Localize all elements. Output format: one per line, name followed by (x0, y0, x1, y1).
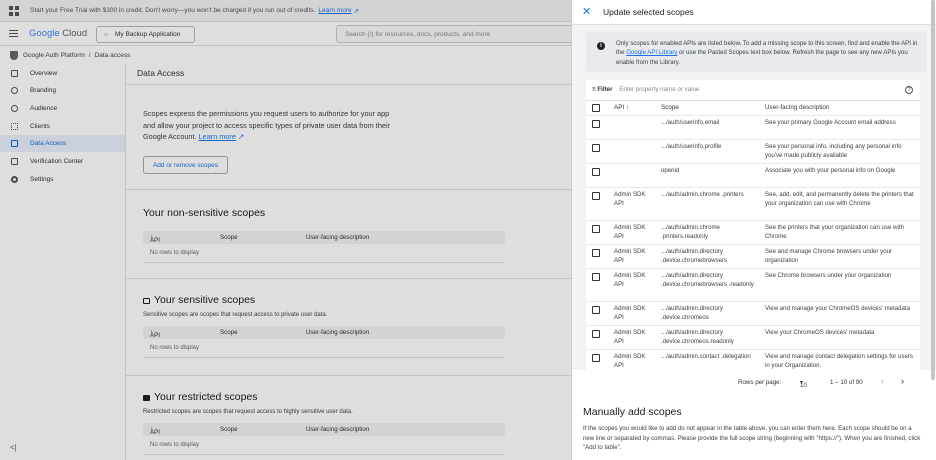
rows-per-page-label: Rows per page: (738, 379, 782, 386)
filter-label: Filter (597, 86, 613, 93)
row-description: See your primary Google Account email ad… (765, 119, 896, 126)
row-api: Admin SDK API (614, 329, 646, 345)
modal-scrim[interactable] (0, 0, 571, 460)
row-description: See Chrome browsers under your organizat… (765, 272, 892, 279)
row-api: Admin SDK API (614, 224, 646, 240)
header-description: User-facing description (765, 104, 830, 111)
row-description: View your ChromeOS devices' metadata (765, 329, 875, 336)
table-row: Admin SDK API .../auth/admin.directory .… (586, 244, 920, 268)
row-checkbox[interactable] (592, 144, 600, 152)
row-scope: .../auth/admin.directory .device.chromeo… (661, 305, 723, 321)
info-text: Only scopes for enabled APIs are listed … (616, 40, 918, 66)
row-scope: .../auth/admin.directory .device.chromeb… (661, 272, 754, 288)
filter-input[interactable]: Enter property name or value (619, 86, 699, 93)
row-api: Admin SDK API (614, 248, 646, 264)
row-description: View and manage your ChromeOS devices' m… (765, 305, 911, 312)
header-api[interactable]: API ↑ (614, 104, 629, 111)
row-scope: .../auth/admin.directory .device.chromeb… (661, 248, 728, 264)
row-api: Admin SDK API (614, 191, 646, 207)
row-checkbox[interactable] (592, 354, 600, 362)
row-description: View and manage contact delegation setti… (765, 353, 913, 369)
rows-per-page-select[interactable]: 10 ▾ (800, 379, 807, 389)
table-row: Admin SDK API .../auth/admin.contact .de… (586, 349, 920, 374)
row-api: Admin SDK API (614, 305, 646, 321)
row-description: See the printers that your organization … (765, 224, 904, 240)
row-scope: openid (661, 167, 680, 174)
row-description: Associate you with your personal info on… (765, 167, 896, 174)
row-checkbox[interactable] (592, 330, 600, 338)
table-row: .../auth/userinfo.profile See your perso… (586, 139, 920, 163)
table-row: openid Associate you with your personal … (586, 163, 920, 187)
row-checkbox[interactable] (592, 249, 600, 257)
page-range: 1 – 10 of 90 (830, 379, 863, 386)
panel-title: Update selected scopes (603, 7, 694, 17)
row-scope: .../auth/admin.directory .device.chromeo… (661, 329, 734, 345)
header-scope: Scope (661, 104, 679, 111)
pagination: Rows per page: 10 ▾ 1 – 10 of 90 ‹ › (586, 376, 920, 390)
row-checkbox[interactable] (592, 273, 600, 281)
row-scope: .../auth/userinfo.email (661, 119, 720, 126)
row-scope: .../auth/admin.chrome .printers (661, 191, 744, 198)
scopes-table-card: ≡ Filter Enter property name or value ? … (586, 80, 920, 400)
row-checkbox[interactable] (592, 306, 600, 314)
update-scopes-panel: ✕ Update selected scopes i Only scopes f… (571, 0, 936, 460)
row-scope: .../auth/admin.contact .delegation (661, 353, 751, 360)
table-row: .../auth/userinfo.email See your primary… (586, 115, 920, 139)
filter-bar[interactable]: ≡ Filter Enter property name or value ? (592, 86, 916, 98)
close-icon[interactable]: ✕ (582, 5, 591, 18)
row-api: Admin SDK API (614, 272, 646, 288)
info-icon: i (597, 42, 605, 50)
row-checkbox[interactable] (592, 120, 600, 128)
row-description: See your personal info, including any pe… (765, 143, 902, 159)
google-api-library-link[interactable]: Google API Library (626, 49, 677, 56)
manual-scopes-title: Manually add scopes (583, 406, 682, 418)
table-row: Admin SDK API .../auth/admin.directory .… (586, 268, 920, 301)
prev-page-icon[interactable]: ‹ (881, 376, 884, 386)
panel-scrollbar[interactable] (931, 0, 935, 380)
filter-icon: ≡ (592, 86, 596, 93)
table-row: Admin SDK API .../auth/admin.chrome .pri… (586, 220, 920, 244)
filter-divider (586, 100, 920, 101)
table-row: Admin SDK API .../auth/admin.directory .… (586, 301, 920, 325)
row-description: See, add, edit, and permanently delete t… (765, 191, 914, 207)
info-notice: i Only scopes for enabled APIs are liste… (586, 32, 927, 72)
row-api: Admin SDK API (614, 353, 646, 369)
table-row: Admin SDK API .../auth/admin.chrome .pri… (586, 187, 920, 220)
help-icon[interactable]: ? (905, 86, 913, 94)
select-all-checkbox[interactable] (592, 104, 600, 112)
manual-scopes-text: If the scopes you would like to add do n… (583, 425, 921, 451)
row-scope: .../auth/userinfo.profile (661, 143, 722, 150)
row-checkbox[interactable] (592, 225, 600, 233)
row-checkbox[interactable] (592, 192, 600, 200)
row-scope: .../auth/admin.chrome .printers.readonly (661, 224, 720, 240)
next-page-icon[interactable]: › (901, 376, 904, 386)
row-description: See and manage Chrome browsers under you… (765, 248, 893, 264)
row-checkbox[interactable] (592, 168, 600, 176)
table-row: Admin SDK API .../auth/admin.directory .… (586, 325, 920, 349)
